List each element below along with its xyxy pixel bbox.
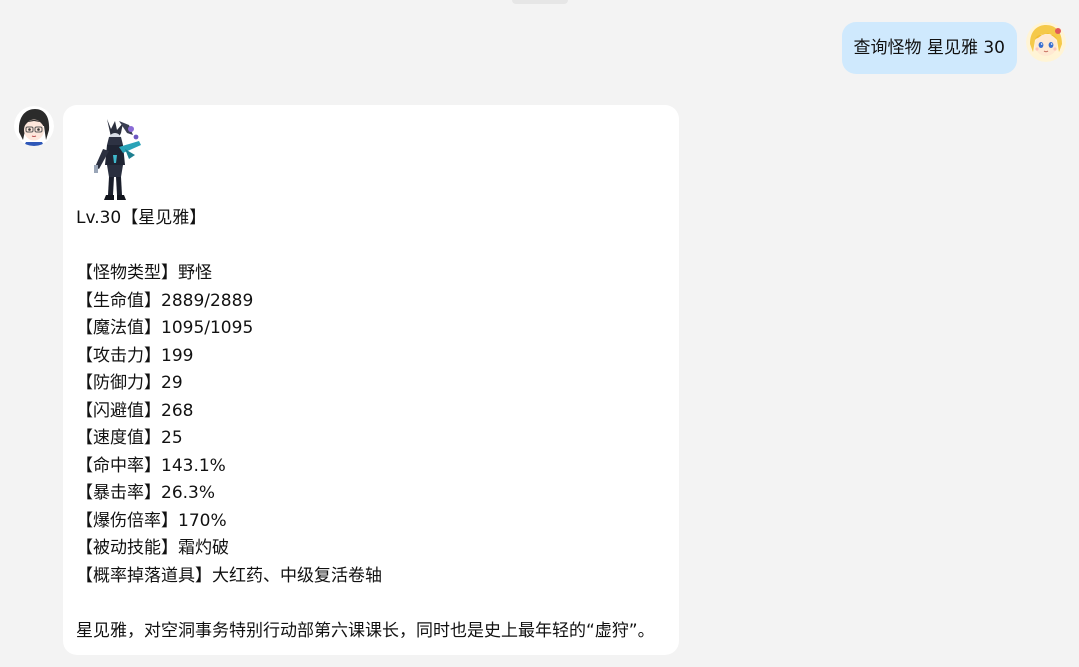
monster-title: Lv.30【星见雅】 bbox=[76, 208, 207, 228]
user-avatar[interactable] bbox=[1026, 22, 1066, 62]
stat-line: 【暴击率】26.3% bbox=[76, 483, 216, 503]
top-drag-handle bbox=[512, 0, 568, 4]
monster-description: 星见雅，对空洞事务特别行动部第六课课长，同时也是史上最年轻的“虚狩”。 bbox=[76, 620, 655, 641]
stat-line: 【概率掉落道具】大红药、中级复活卷轴 bbox=[76, 565, 382, 586]
bot-avatar[interactable] bbox=[14, 106, 54, 146]
monster-info: Lv.30【星见雅】 【怪物类型】野怪 【生命值】2889/2889 【魔法值】… bbox=[76, 205, 676, 645]
stat-line: 【怪物类型】野怪 bbox=[76, 263, 212, 283]
stat-line: 【速度值】25 bbox=[76, 428, 183, 448]
user-message-text: 查询怪物 星见雅 30 bbox=[853, 37, 1005, 58]
stat-line: 【命中率】143.1% bbox=[76, 455, 226, 476]
stat-line: 【被动技能】霜灼破 bbox=[76, 538, 229, 558]
dark-haired-anime-girl-avatar-icon bbox=[14, 106, 54, 146]
stat-line: 【防御力】29 bbox=[76, 373, 183, 393]
monster-sprite-icon bbox=[89, 115, 145, 201]
blonde-anime-girl-avatar-icon bbox=[1026, 22, 1066, 62]
stat-line: 【魔法值】1095/1095 bbox=[76, 318, 254, 338]
stat-line: 【生命值】2889/2889 bbox=[76, 290, 254, 311]
stat-line: 【闪避值】268 bbox=[76, 400, 194, 421]
user-message-bubble[interactable]: 查询怪物 星见雅 30 bbox=[841, 22, 1017, 74]
bot-message-bubble[interactable]: Lv.30【星见雅】 【怪物类型】野怪 【生命值】2889/2889 【魔法值】… bbox=[63, 105, 679, 655]
stat-line: 【爆伤倍率】170% bbox=[76, 510, 227, 531]
stat-line: 【攻击力】199 bbox=[76, 345, 194, 366]
